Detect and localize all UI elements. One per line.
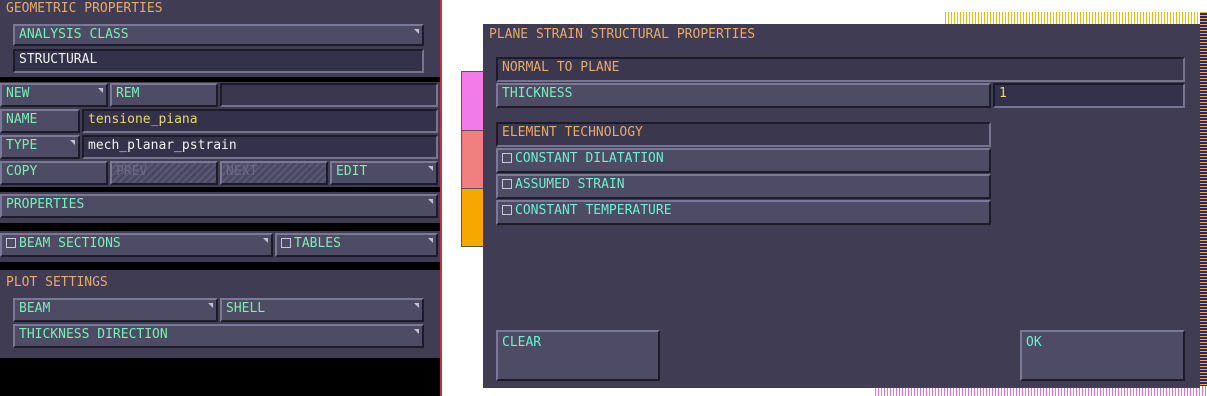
- constant-temperature-toggle[interactable]: CONSTANT TEMPERATURE: [496, 200, 991, 225]
- separator: [0, 187, 440, 192]
- separator: [0, 223, 440, 231]
- rem-button[interactable]: REM: [110, 83, 218, 107]
- checkbox-icon: [502, 179, 512, 189]
- next-button[interactable]: NEXT: [220, 161, 328, 185]
- constant-temperature-label: CONSTANT TEMPERATURE: [515, 203, 672, 218]
- beam-sections-button[interactable]: BEAM SECTIONS: [0, 233, 273, 257]
- thickness-direction-label: THICKNESS DIRECTION: [19, 327, 168, 342]
- properties-label: PROPERTIES: [6, 197, 85, 212]
- dropdown-arrow-icon: [414, 303, 419, 308]
- new-label: NEW: [6, 86, 30, 101]
- clear-button[interactable]: CLEAR: [496, 330, 660, 381]
- color-swatch-orange: [461, 188, 485, 247]
- dropdown-arrow-icon: [428, 199, 433, 204]
- element-technology-label: ELEMENT TECHNOLOGY: [502, 125, 643, 140]
- mesh-edge-right: [1200, 12, 1207, 396]
- edit-button[interactable]: EDIT: [330, 161, 438, 185]
- color-swatch-salmon: [461, 130, 485, 189]
- dropdown-arrow-icon: [98, 88, 103, 93]
- dropdown-arrow-icon: [414, 29, 419, 34]
- new-button[interactable]: NEW: [0, 83, 108, 107]
- checkbox-icon: [6, 238, 16, 248]
- dropdown-arrow-icon: [208, 303, 213, 308]
- viewport-black-bottom: [0, 358, 440, 396]
- dropdown-arrow-icon: [414, 329, 419, 334]
- type-label: TYPE: [6, 138, 38, 153]
- shell-button[interactable]: SHELL: [220, 298, 424, 322]
- tables-label: TABLES: [294, 236, 341, 251]
- properties-button[interactable]: PROPERTIES: [0, 194, 438, 218]
- constant-dilatation-toggle[interactable]: CONSTANT DILATATION: [496, 148, 991, 173]
- type-button[interactable]: TYPE: [0, 135, 80, 159]
- analysis-class-value: STRUCTURAL: [13, 49, 424, 73]
- thickness-field[interactable]: 1: [993, 83, 1185, 108]
- tables-button[interactable]: TABLES: [275, 233, 438, 257]
- panel-border-right: [440, 0, 442, 396]
- element-technology-header: ELEMENT TECHNOLOGY: [496, 122, 991, 147]
- checkbox-icon: [502, 153, 512, 163]
- dialog-title: PLANE STRAIN STRUCTURAL PROPERTIES: [489, 27, 756, 42]
- dropdown-arrow-icon: [263, 238, 268, 243]
- mesh-edge-top: [945, 12, 1207, 24]
- edit-label: EDIT: [336, 164, 368, 179]
- analysis-class-button[interactable]: ANALYSIS CLASS: [13, 24, 424, 46]
- separator: [0, 262, 440, 270]
- name-button[interactable]: NAME: [0, 109, 80, 133]
- normal-to-plane-header: NORMAL TO PLANE: [496, 57, 1185, 82]
- normal-to-plane-label: NORMAL TO PLANE: [502, 60, 620, 75]
- beam-label: BEAM: [19, 301, 51, 316]
- analysis-class-label: ANALYSIS CLASS: [19, 27, 129, 42]
- thickness-direction-button[interactable]: THICKNESS DIRECTION: [13, 324, 424, 348]
- panel-title: GEOMETRIC PROPERTIES: [6, 1, 163, 16]
- dropdown-arrow-icon: [70, 140, 75, 145]
- shell-label: SHELL: [226, 301, 266, 316]
- blank-field: [220, 83, 438, 107]
- color-swatch-pink: [461, 71, 485, 131]
- beam-sections-label: BEAM SECTIONS: [19, 236, 121, 251]
- assumed-strain-label: ASSUMED STRAIN: [515, 177, 625, 192]
- checkbox-icon: [502, 205, 512, 215]
- thickness-button[interactable]: THICKNESS: [496, 83, 991, 108]
- dropdown-arrow-icon: [428, 238, 433, 243]
- ok-button[interactable]: OK: [1020, 330, 1185, 381]
- constant-dilatation-label: CONSTANT DILATATION: [515, 151, 664, 166]
- prev-button[interactable]: PREV: [110, 161, 218, 185]
- checkbox-icon: [281, 238, 291, 248]
- type-value: mech_planar_pstrain: [82, 135, 438, 159]
- plot-settings-title: PLOT SETTINGS: [6, 275, 108, 290]
- name-field[interactable]: tensione_piana: [82, 109, 438, 133]
- assumed-strain-toggle[interactable]: ASSUMED STRAIN: [496, 174, 991, 199]
- copy-button[interactable]: COPY: [0, 161, 108, 185]
- separator: [0, 77, 440, 82]
- beam-button[interactable]: BEAM: [13, 298, 218, 322]
- dropdown-arrow-icon: [428, 166, 433, 171]
